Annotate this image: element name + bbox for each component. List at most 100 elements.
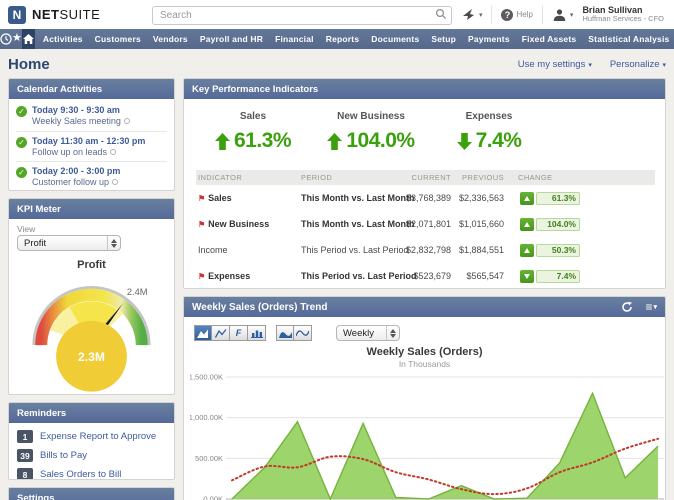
area-chart-icon <box>197 329 209 338</box>
kpi-metric-name: Sales <box>240 111 266 122</box>
calendar-item[interactable]: ✓ Today 11:30 am - 12:30 pm Follow up on… <box>16 132 167 163</box>
calendar-activities-panel: Calendar Activities ✓ Today 9:30 - 9:30 … <box>8 78 175 191</box>
caret-down-icon: ▾ <box>653 304 657 311</box>
search-icon[interactable] <box>435 8 447 20</box>
kpi-meter-header[interactable]: KPI Meter <box>9 199 174 219</box>
chart-toolbar: F Weekly <box>184 317 665 343</box>
global-search <box>152 5 452 25</box>
shortcuts-button[interactable]: ★ <box>12 29 22 49</box>
nav-tab-activities[interactable]: Activities <box>43 34 83 44</box>
use-my-settings-label: Use my settings <box>518 59 586 70</box>
key-performance-indicators-panel: Key Performance Indicators Sales 61.3% N… <box>183 78 666 289</box>
spline-line-icon <box>296 329 309 338</box>
nav-tab-home-active[interactable] <box>22 29 35 49</box>
logo-suite: SUITE <box>60 7 101 22</box>
menu-icon: ≡ <box>645 301 652 313</box>
gauge-value-label: 2.3M <box>78 350 105 364</box>
trend-period-select[interactable]: Weekly <box>336 325 400 341</box>
kpi-metric-expenses: Expenses 7.4% <box>430 111 548 167</box>
change-badge: 7.4% <box>520 270 655 283</box>
change-badge: 104.0% <box>520 218 655 231</box>
help-button[interactable]: ? Help <box>492 0 541 29</box>
chart-subtitle: In Thousands <box>184 359 665 369</box>
calendar-items: ✓ Today 9:30 - 9:30 am Weekly Sales meet… <box>9 99 174 191</box>
svg-text:0.00K: 0.00K <box>203 495 223 500</box>
refresh-icon <box>621 301 633 313</box>
quick-create-menu[interactable]: ▾ <box>453 0 492 29</box>
user-info: Brian Sullivan Huffman Services - CFO <box>582 5 666 24</box>
kpi-view-select[interactable]: Profit <box>17 235 121 251</box>
chart-title: Weekly Sales (Orders) <box>184 346 665 358</box>
left-column: Calendar Activities ✓ Today 9:30 - 9:30 … <box>8 78 175 500</box>
chart-type-spline-area-button[interactable] <box>276 325 294 341</box>
gauge: 2.4M 2.3M <box>17 271 166 395</box>
calendar-panel-header[interactable]: Calendar Activities <box>9 79 174 99</box>
kpi-col-previous: PREVIOUS <box>451 170 504 185</box>
nav-tab-payments[interactable]: Payments <box>468 34 510 44</box>
trend-panel-title: Weekly Sales (Orders) Trend <box>192 302 327 313</box>
kpi-col-current: CURRENT <box>401 170 451 185</box>
chart-type-step-button[interactable]: F <box>230 325 248 341</box>
kpi-table-row-expenses[interactable]: ⚑ExpensesThis Period vs. Last Period$523… <box>196 263 655 289</box>
chart-type-area-button[interactable] <box>194 325 212 341</box>
flag-icon: ⚑ <box>198 272 205 281</box>
search-input[interactable] <box>152 6 452 25</box>
reminder-item[interactable]: 39 Bills to Pay <box>17 446 166 465</box>
calendar-item-time: Today 11:30 am - 12:30 pm <box>32 136 145 147</box>
kpi-table-row-income[interactable]: IncomeThis Period vs. Last Period$2,832,… <box>196 237 655 263</box>
chart-type-spline-button[interactable] <box>294 325 312 341</box>
kpi-meter-panel: KPI Meter View Profit Profit <box>8 198 175 395</box>
nav-tab-reports[interactable]: Reports <box>326 34 360 44</box>
kpi-table-row-new-business[interactable]: ⚑New BusinessThis Month vs. Last Month$2… <box>196 211 655 237</box>
recent-records-button[interactable] <box>0 29 12 49</box>
nav-tab-vendors[interactable]: Vendors <box>153 34 188 44</box>
reminder-item[interactable]: 8 Sales Orders to Bill <box>17 465 166 480</box>
nav-tab-documents[interactable]: Documents <box>371 34 419 44</box>
reminder-item[interactable]: 1 Expense Report to Approve <box>17 427 166 446</box>
refresh-button[interactable] <box>621 301 633 313</box>
page-actions: Use my settings▾ Personalize▾ <box>518 59 666 70</box>
trend-arrow-icon <box>327 133 342 150</box>
user-menu[interactable]: ▾ <box>543 0 583 29</box>
nav-tab-setup[interactable]: Setup <box>431 34 456 44</box>
kpi-metric-sales: Sales 61.3% <box>194 111 312 167</box>
kpi-table-header-row: INDICATORPERIODCURRENTPREVIOUSCHANGE <box>196 170 655 185</box>
netsuite-app: N NETSUITE ▾ ? Help ▾ Brian Sullivan <box>0 0 674 500</box>
chart-type-line-button[interactable] <box>212 325 230 341</box>
right-column: Key Performance Indicators Sales 61.3% N… <box>183 78 666 500</box>
page-title: Home <box>8 56 50 73</box>
calendar-item[interactable]: ✓ Today 9:30 - 9:30 am Weekly Sales meet… <box>16 101 167 132</box>
kpi-table-row-sales[interactable]: ⚑SalesThis Month vs. Last Month$3,768,38… <box>196 185 655 211</box>
nav-tab-payroll-and-hr[interactable]: Payroll and HR <box>200 34 263 44</box>
chart-type-bar-button[interactable] <box>248 325 266 341</box>
nav-tab-customers[interactable]: Customers <box>95 34 141 44</box>
caret-down-icon: ▾ <box>479 11 483 19</box>
kpi-panel-header[interactable]: Key Performance Indicators <box>184 79 665 99</box>
personalize-label: Personalize <box>610 59 660 70</box>
nav-more-button[interactable]: ... <box>669 29 674 49</box>
reminder-count-badge: 1 <box>17 430 33 443</box>
nav-tab-financial[interactable]: Financial <box>275 34 314 44</box>
netsuite-logo-text: NETSUITE <box>32 7 100 22</box>
reminders-panel: Reminders 1 Expense Report to Approve 39… <box>8 402 175 480</box>
top-bar: N NETSUITE ▾ ? Help ▾ Brian Sullivan <box>0 0 674 29</box>
trend-period-value: Weekly <box>337 328 386 339</box>
nav-tab-statistical-analysis[interactable]: Statistical Analysis <box>588 34 669 44</box>
personalize-link[interactable]: Personalize▾ <box>610 59 666 70</box>
kpi-col-indicator: INDICATOR <box>196 170 299 185</box>
settings-header[interactable]: Settings <box>9 488 174 500</box>
calendar-item-desc: Weekly Sales meeting <box>32 116 130 127</box>
netsuite-logo[interactable]: N NETSUITE <box>8 6 148 24</box>
main-nav: ★ Activities Customers Vendors Payroll and … <box>0 29 674 49</box>
calendar-item-desc: Customer follow up <box>32 177 120 188</box>
calendar-item[interactable]: ✓ Today 2:00 - 3:00 pm Customer follow u… <box>16 162 167 191</box>
kpi-table: INDICATORPERIODCURRENTPREVIOUSCHANGE ⚑Sa… <box>196 170 655 289</box>
change-badge: 50.3% <box>520 244 655 257</box>
line-chart-icon <box>215 329 227 338</box>
kpi-view-value: Profit <box>18 238 107 249</box>
nav-tab-fixed-assets[interactable]: Fixed Assets <box>522 34 577 44</box>
reminders-header[interactable]: Reminders <box>9 403 174 423</box>
panel-menu-button[interactable]: ≡▾ <box>645 301 657 313</box>
caret-down-icon: ▾ <box>662 61 666 69</box>
use-my-settings-link[interactable]: Use my settings▾ <box>518 59 592 70</box>
